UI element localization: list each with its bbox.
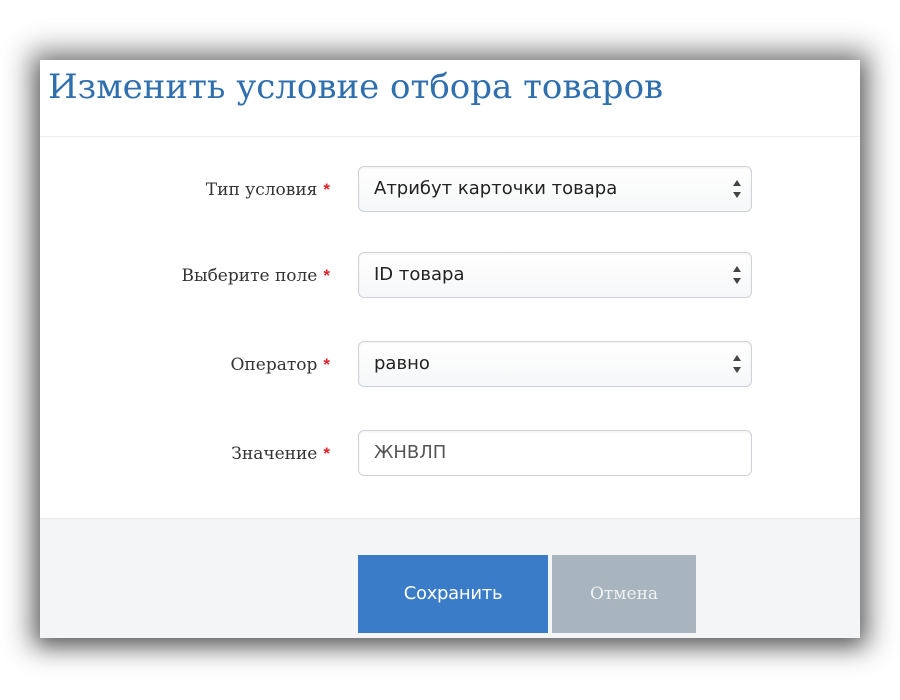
select-arrows-icon	[733, 355, 741, 373]
dialog-footer: Сохранить Отмена	[40, 518, 860, 638]
operator-row: Оператор * равно	[40, 339, 860, 391]
condition-type-row: Тип условия * Атрибут карточки товара	[40, 164, 860, 216]
value-input[interactable]: ЖНВЛП	[358, 430, 752, 476]
dialog-header: Изменить условие отбора товаров	[40, 60, 860, 137]
condition-type-label-text: Тип условия	[205, 180, 318, 200]
edit-condition-dialog: Изменить условие отбора товаров Тип усло…	[40, 60, 860, 638]
select-arrows-icon	[733, 180, 741, 198]
required-asterisk: *	[323, 444, 330, 463]
value-label-text: Значение	[231, 444, 318, 464]
value-input-text: ЖНВЛП	[374, 442, 447, 463]
select-arrows-icon	[733, 266, 741, 284]
required-asterisk: *	[323, 355, 330, 374]
required-asterisk: *	[323, 266, 330, 285]
operator-label: Оператор *	[231, 339, 331, 391]
value-row: Значение * ЖНВЛП	[40, 428, 860, 480]
field-select[interactable]: ID товара	[358, 252, 752, 298]
field-select-label-text: Выберите поле	[181, 266, 318, 286]
required-asterisk: *	[323, 180, 330, 199]
cancel-button[interactable]: Отмена	[552, 555, 696, 633]
field-select-row: Выберите поле * ID товара	[40, 250, 860, 302]
value-label: Значение *	[231, 428, 330, 480]
operator-select[interactable]: равно	[358, 341, 752, 387]
condition-type-select[interactable]: Атрибут карточки товара	[358, 166, 752, 212]
operator-value: равно	[374, 353, 430, 374]
dialog-title: Изменить условие отбора товаров	[48, 67, 664, 107]
condition-type-value: Атрибут карточки товара	[374, 178, 618, 199]
field-select-label: Выберите поле *	[182, 250, 330, 302]
save-button[interactable]: Сохранить	[358, 555, 548, 633]
field-select-value: ID товара	[374, 264, 465, 285]
operator-label-text: Оператор	[230, 355, 318, 375]
condition-type-label: Тип условия *	[206, 164, 330, 216]
